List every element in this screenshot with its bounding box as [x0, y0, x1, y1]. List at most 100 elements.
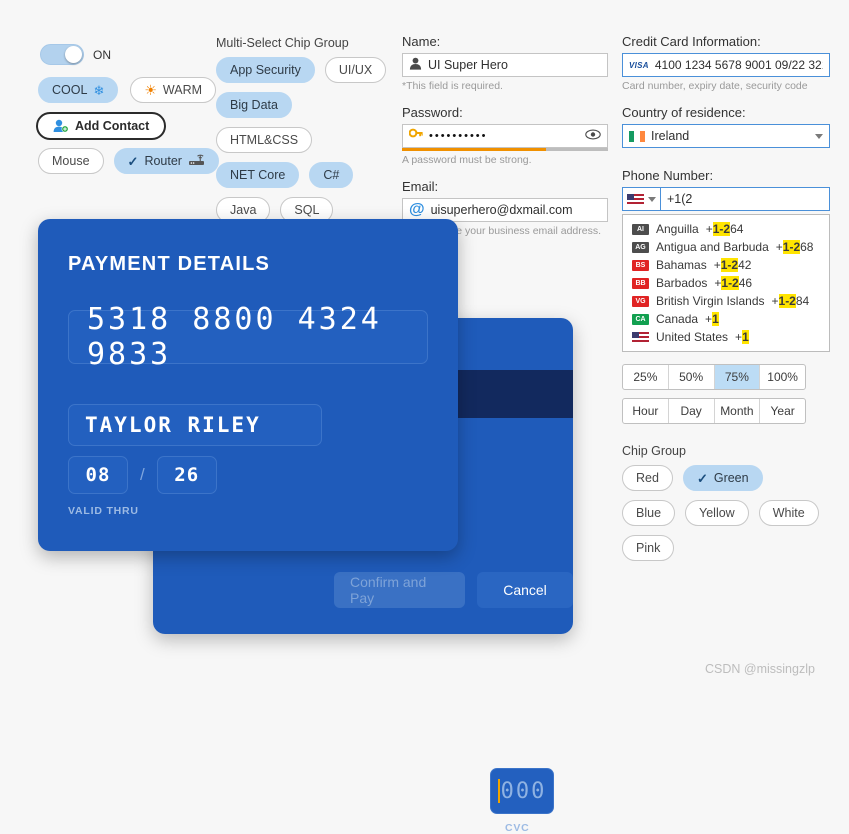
chip-router[interactable]: ✓ Router: [113, 148, 219, 174]
add-contact-icon: [53, 119, 69, 133]
password-input[interactable]: ••••••••••: [402, 124, 608, 148]
email-label: Email:: [402, 179, 439, 194]
name-value: UI Super Hero: [428, 58, 508, 72]
card-holder-input[interactable]: TAYLOR RILEY: [68, 404, 322, 446]
country-label: Country of residence:: [622, 105, 746, 120]
password-strength-bar: [402, 148, 608, 151]
cancel-button[interactable]: Cancel: [477, 572, 573, 608]
cvc-label: CVC: [505, 822, 530, 834]
chip-big-data[interactable]: Big Data: [216, 92, 292, 118]
percent-option-25[interactable]: 25%: [623, 365, 669, 389]
snowflake-icon: ❄: [93, 82, 105, 98]
chip-mouse[interactable]: Mouse: [38, 148, 104, 174]
chip-label: Pink: [636, 541, 661, 555]
period-option-year[interactable]: Year: [760, 399, 805, 423]
credit-card-value: 4100 1234 5678 9001 09/22 321: [654, 58, 823, 72]
period-option-hour[interactable]: Hour: [623, 399, 669, 423]
color-chip-group: Chip Group Red ✓ Green Blue Yellow White…: [622, 444, 822, 561]
multi-select-chip-group: Multi-Select Chip Group App Security UI/…: [216, 36, 396, 223]
phone-country-selector[interactable]: [622, 187, 660, 211]
payment-title: PAYMENT DETAILS: [68, 253, 271, 275]
chip-cool[interactable]: COOL ❄: [38, 77, 119, 103]
phone-label: Phone Number:: [622, 168, 714, 183]
chip-pink[interactable]: Pink: [622, 535, 675, 561]
confirm-and-pay-button[interactable]: Confirm and Pay: [334, 572, 465, 608]
power-toggle[interactable]: [40, 44, 84, 65]
chip-label: Red: [636, 471, 659, 485]
phone-country-dropdown[interactable]: AI Anguilla +1-264 AG Antigua and Barbud…: [622, 214, 830, 352]
list-item[interactable]: BS Bahamas +1-242: [623, 256, 829, 274]
chevron-down-icon[interactable]: [815, 133, 823, 139]
phone-number-field: +1(2: [622, 187, 830, 211]
payment-actions: Confirm and Pay Cancel: [334, 572, 573, 608]
list-item[interactable]: United States +1: [623, 328, 829, 346]
temperature-chip-group: COOL ❄ ☀ WARM: [38, 77, 217, 103]
name-label: Name:: [402, 34, 441, 49]
country-name: British Virgin Islands: [656, 294, 765, 308]
phone-value: +1(2: [667, 192, 693, 206]
country-name: Canada: [656, 312, 699, 326]
country-prefix: +1-242: [713, 258, 752, 272]
expiry-row: 08 / 26: [68, 456, 428, 494]
chip-green[interactable]: ✓ Green: [682, 465, 763, 491]
phone-input[interactable]: +1(2: [660, 187, 830, 211]
cvc-placeholder: 000: [500, 778, 547, 804]
country-select[interactable]: Ireland: [622, 124, 830, 148]
credit-card-hint: Card number, expiry date, security code: [622, 80, 808, 92]
watermark: CSDN @missingzlp: [705, 662, 815, 676]
chip-ui-ux[interactable]: UI/UX: [324, 57, 387, 83]
chip-blue[interactable]: Blue: [622, 500, 676, 526]
list-item[interactable]: BB Barbados +1-246: [623, 274, 829, 292]
chip-red[interactable]: Red: [622, 465, 673, 491]
flag-badge: BS: [632, 259, 649, 271]
text-cursor: [497, 779, 500, 803]
list-item[interactable]: AI Anguilla +1-264: [623, 220, 829, 238]
chip-label: White: [772, 506, 805, 520]
chip-label: Java: [230, 203, 257, 217]
chevron-down-icon[interactable]: [648, 196, 656, 202]
expiry-year-input[interactable]: 26: [156, 456, 217, 494]
chip-label: C#: [323, 168, 340, 182]
percent-option-100[interactable]: 100%: [760, 365, 805, 389]
chip-yellow[interactable]: Yellow: [685, 500, 749, 526]
country-name: United States: [656, 330, 729, 344]
chip-net-core[interactable]: NET Core: [216, 162, 300, 188]
chip-white[interactable]: White: [758, 500, 819, 526]
password-hint: A password must be strong.: [402, 154, 532, 166]
expiry-month-value: 08: [85, 464, 111, 486]
payment-card-front: PAYMENT DETAILS 5318 8800 4324 9833 TAYL…: [38, 219, 458, 551]
credit-card-input[interactable]: VISA 4100 1234 5678 9001 09/22 321: [622, 53, 830, 77]
flag-badge: [632, 331, 649, 343]
toggle-knob: [65, 46, 82, 63]
visa-icon: VISA: [629, 60, 649, 70]
check-icon: ✓: [696, 470, 708, 486]
add-contact-label: Add Contact: [75, 119, 150, 133]
device-chip-group: Mouse ✓ Router: [38, 148, 219, 174]
list-item[interactable]: CA Canada +1: [623, 310, 829, 328]
percent-option-75[interactable]: 75%: [714, 365, 761, 389]
period-option-day[interactable]: Day: [669, 399, 715, 423]
name-input[interactable]: UI Super Hero: [402, 53, 608, 77]
percent-option-50[interactable]: 50%: [669, 365, 715, 389]
add-contact-button[interactable]: Add Contact: [36, 112, 167, 140]
cvc-input[interactable]: 000: [490, 768, 554, 814]
multi-select-title: Multi-Select Chip Group: [216, 36, 349, 50]
chip-html-css[interactable]: HTML&CSS: [216, 127, 313, 153]
password-value: ••••••••••: [429, 130, 488, 142]
eye-icon[interactable]: [585, 129, 601, 143]
chip-mouse-label: Mouse: [52, 154, 90, 168]
country-name: Bahamas: [656, 258, 707, 272]
list-item[interactable]: VG British Virgin Islands +1-284: [623, 292, 829, 310]
chip-warm[interactable]: ☀ WARM: [130, 77, 217, 103]
chip-app-security[interactable]: App Security: [216, 57, 315, 83]
list-item[interactable]: AG Antigua and Barbuda +1-268: [623, 238, 829, 256]
country-name: Barbados: [656, 276, 708, 290]
chip-c-sharp[interactable]: C#: [309, 162, 354, 188]
chip-label: NET Core: [230, 168, 286, 182]
toggle-label: ON: [93, 47, 111, 62]
card-number-input[interactable]: 5318 8800 4324 9833: [68, 302, 428, 372]
expiry-month-input[interactable]: 08: [68, 456, 128, 494]
country-name: Antigua and Barbuda: [656, 240, 769, 254]
flag-ireland-icon: [629, 130, 645, 142]
period-option-month[interactable]: Month: [715, 399, 761, 423]
